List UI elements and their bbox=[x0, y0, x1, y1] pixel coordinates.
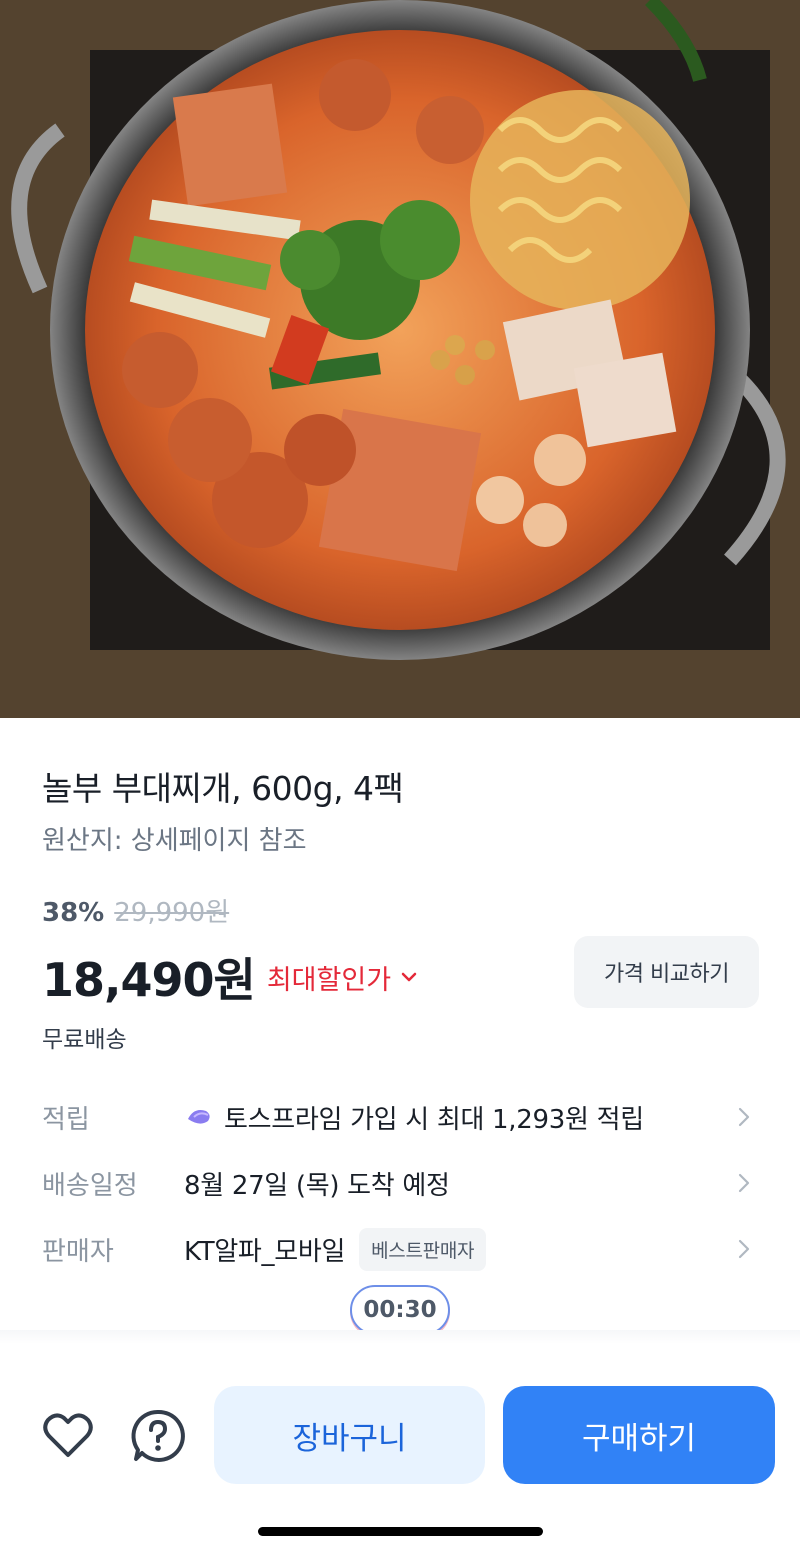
toss-prime-icon bbox=[188, 1110, 210, 1124]
detail-label: 배송일정 bbox=[42, 1170, 138, 1201]
home-indicator bbox=[258, 1527, 543, 1536]
compare-price-button[interactable]: 가격 비교하기 bbox=[574, 936, 759, 1008]
original-price: 29,990원 bbox=[114, 898, 230, 928]
timer-badge: 00:30 bbox=[350, 1285, 450, 1335]
points-text: 토스프라임 가입 시 최대 1,293원 적립 bbox=[224, 1104, 644, 1135]
shipping-info: 무료배송 bbox=[42, 1027, 127, 1053]
heart-icon bbox=[43, 1413, 93, 1457]
detail-row-seller[interactable]: 판매자 KT알파_모바일 베스트판매자 bbox=[42, 1224, 758, 1274]
wishlist-button[interactable] bbox=[40, 1408, 96, 1464]
chevron-right-icon bbox=[738, 1173, 750, 1193]
product-title: 놀부 부대찌개, 600g, 4팩 bbox=[42, 769, 404, 808]
product-image[interactable] bbox=[0, 0, 800, 718]
discount-rate: 38% bbox=[42, 898, 105, 928]
add-to-cart-button[interactable]: 장바구니 bbox=[214, 1386, 485, 1484]
buy-now-button[interactable]: 구매하기 bbox=[503, 1386, 775, 1484]
detail-value: 토스프라임 가입 시 최대 1,293원 적립 bbox=[184, 1099, 644, 1136]
sale-price: 18,490원 bbox=[42, 953, 256, 1007]
best-seller-badge: 베스트판매자 bbox=[359, 1227, 487, 1271]
bottom-action-bar: 장바구니 구매하기 bbox=[0, 1360, 800, 1554]
chevron-right-icon bbox=[738, 1239, 750, 1259]
detail-label: 적립 bbox=[42, 1104, 90, 1135]
price-row: 18,490원 최대할인가 bbox=[42, 944, 417, 1010]
seller-value: KT알파_모바일 베스트판매자 bbox=[184, 1227, 487, 1271]
chevron-right-icon bbox=[738, 1107, 750, 1127]
detail-label: 판매자 bbox=[42, 1236, 114, 1267]
chevron-down-icon bbox=[401, 972, 417, 982]
product-origin: 원산지: 상세페이지 참조 bbox=[42, 826, 307, 856]
max-discount-toggle[interactable]: 최대할인가 bbox=[267, 958, 417, 997]
delivery-text: 8월 27일 (목) 도착 예정 bbox=[184, 1170, 450, 1201]
help-button[interactable] bbox=[130, 1408, 186, 1464]
detail-row-points[interactable]: 적립 토스프라임 가입 시 최대 1,293원 적립 bbox=[42, 1092, 758, 1142]
detail-row-delivery[interactable]: 배송일정 8월 27일 (목) 도착 예정 bbox=[42, 1158, 758, 1208]
seller-name: KT알파_모바일 bbox=[184, 1236, 346, 1267]
discount-row: 38% 29,990원 bbox=[42, 892, 229, 929]
question-icon bbox=[131, 1409, 185, 1462]
max-discount-label: 최대할인가 bbox=[266, 964, 392, 996]
divider bbox=[0, 1330, 800, 1344]
